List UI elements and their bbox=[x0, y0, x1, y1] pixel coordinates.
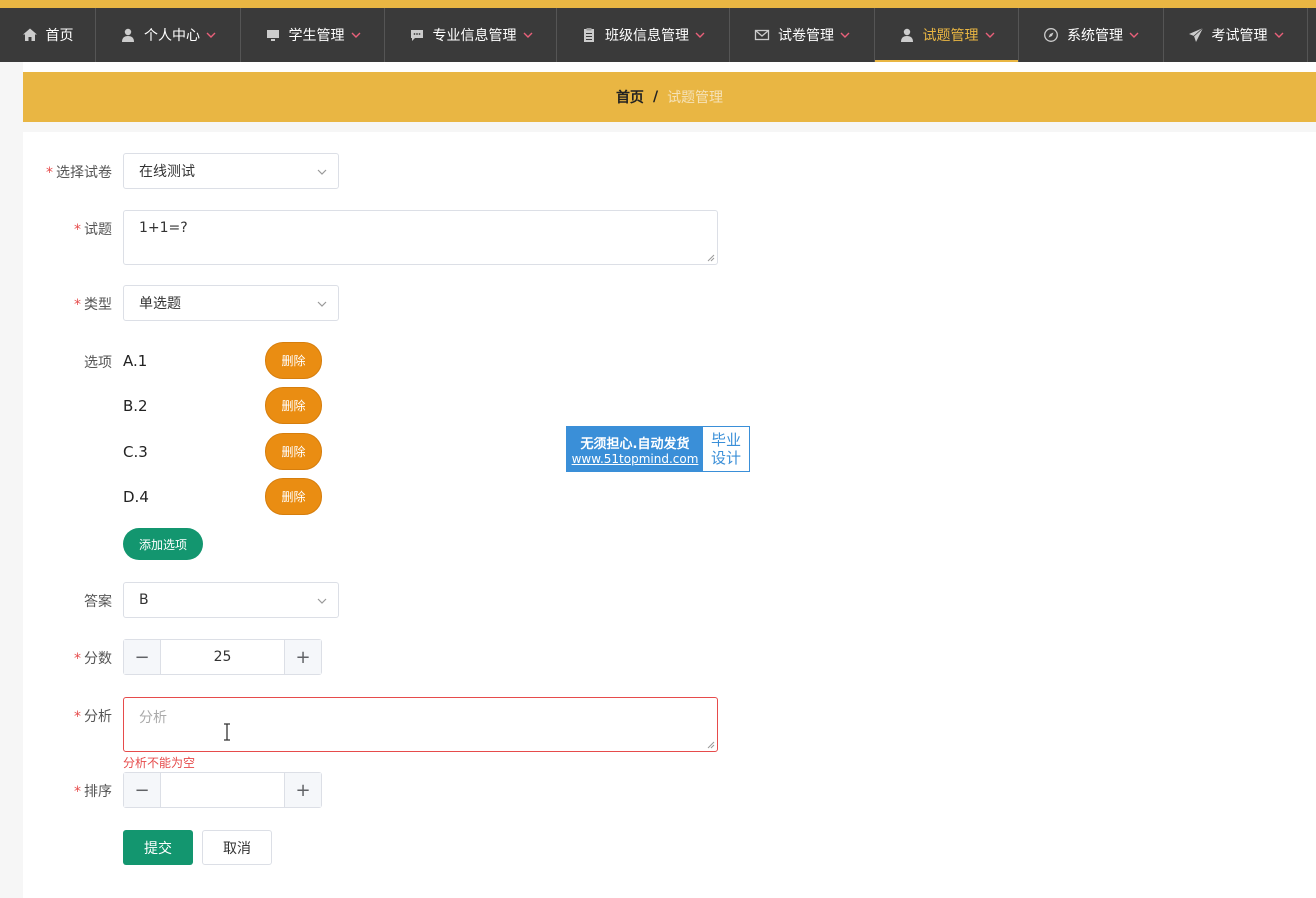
nav-item-major-management[interactable]: 专业信息管理 bbox=[385, 8, 557, 62]
type-label: * 类型 bbox=[74, 297, 112, 313]
order-input[interactable] bbox=[161, 773, 284, 807]
nav-label: 考试管理 bbox=[1211, 28, 1268, 44]
score-label: * 分数 bbox=[74, 651, 112, 667]
nav-label: 专业信息管理 bbox=[432, 28, 517, 44]
nav-item-paper-management[interactable]: 试卷管理 bbox=[730, 8, 875, 62]
chevron-down-icon bbox=[840, 30, 850, 40]
answer-select[interactable]: B bbox=[123, 582, 339, 618]
paper-select[interactable]: 在线测试 bbox=[123, 153, 339, 189]
nav-label: 系统管理 bbox=[1067, 28, 1123, 44]
nav-label: 试题管理 bbox=[922, 28, 979, 44]
analysis-error-message: 分析不能为空 bbox=[123, 756, 196, 770]
top-accent-stripe bbox=[0, 0, 1316, 8]
option-item: C.3 bbox=[123, 443, 148, 461]
resize-handle-icon[interactable] bbox=[707, 254, 715, 262]
compass-icon bbox=[1043, 27, 1059, 43]
text-cursor-icon bbox=[224, 723, 230, 741]
chevron-down-icon bbox=[317, 169, 327, 175]
nav-label: 班级信息管理 bbox=[605, 28, 689, 44]
breadcrumb-current: 试题管理 bbox=[667, 90, 724, 106]
question-text: 1+1=? bbox=[139, 220, 188, 236]
nav-item-home[interactable]: 首页 bbox=[0, 8, 96, 62]
cancel-button[interactable]: 取消 bbox=[202, 830, 272, 865]
watermark-right2: 设计 bbox=[710, 449, 741, 467]
breadcrumb-separator: / bbox=[652, 89, 659, 105]
chevron-down-icon bbox=[1129, 30, 1139, 40]
nav-item-exam-management[interactable]: 考试管理 bbox=[1164, 8, 1308, 62]
chevron-down-icon bbox=[1274, 30, 1284, 40]
nav-item-class-management[interactable]: 班级信息管理 bbox=[557, 8, 730, 62]
chevron-down-icon bbox=[351, 30, 361, 40]
nav-label: 个人中心 bbox=[144, 28, 200, 44]
submit-button[interactable]: 提交 bbox=[123, 830, 193, 865]
nav-item-system-management[interactable]: 系统管理 bbox=[1019, 8, 1164, 62]
watermark-right1: 毕业 bbox=[710, 431, 741, 449]
score-stepper: − 25 + bbox=[123, 639, 322, 675]
mail-icon bbox=[754, 27, 770, 43]
watermark-badge: 无须担心.自动发货 www.51topmind.com 毕业 设计 bbox=[566, 426, 750, 472]
order-stepper: − + bbox=[123, 772, 322, 808]
monitor-icon bbox=[265, 27, 281, 43]
nav-label: 学生管理 bbox=[288, 28, 345, 44]
chevron-down-icon bbox=[695, 30, 705, 40]
delete-option-button[interactable]: 删除 bbox=[265, 387, 322, 424]
options-label: 选项 bbox=[84, 355, 112, 371]
type-select-value: 单选题 bbox=[139, 296, 181, 312]
nav-item-student-management[interactable]: 学生管理 bbox=[241, 8, 385, 62]
question-textarea[interactable]: 1+1=? bbox=[123, 210, 718, 265]
analysis-label: * 分析 bbox=[74, 709, 112, 725]
chevron-down-icon bbox=[317, 301, 327, 307]
nav-label: 首页 bbox=[45, 28, 74, 44]
type-select[interactable]: 单选题 bbox=[123, 285, 339, 321]
top-nav: 首页 个人中心 学生管理 专业信息管理 班级信息管理 试卷管理 试题管理 系统管… bbox=[0, 8, 1316, 62]
paper-label: * 选择试卷 bbox=[46, 165, 112, 181]
increment-button[interactable]: + bbox=[284, 640, 321, 674]
decrement-button[interactable]: − bbox=[124, 773, 161, 807]
order-label: * 排序 bbox=[74, 784, 112, 800]
score-input[interactable]: 25 bbox=[161, 640, 284, 674]
decrement-button[interactable]: − bbox=[124, 640, 161, 674]
nav-item-question-management[interactable]: 试题管理 bbox=[875, 8, 1019, 62]
analysis-textarea[interactable]: 分析 bbox=[123, 697, 718, 752]
chevron-down-icon bbox=[206, 30, 216, 40]
paper-select-value: 在线测试 bbox=[139, 164, 195, 180]
delete-option-button[interactable]: 删除 bbox=[265, 342, 322, 379]
watermark-line2: www.51topmind.com bbox=[571, 451, 699, 466]
option-item: D.4 bbox=[123, 488, 149, 506]
option-item: B.2 bbox=[123, 397, 148, 415]
answer-select-value: B bbox=[139, 592, 149, 608]
breadcrumb-home[interactable]: 首页 bbox=[616, 87, 644, 107]
chat-icon bbox=[409, 27, 425, 43]
resize-handle-icon[interactable] bbox=[707, 741, 715, 749]
chevron-down-icon bbox=[523, 30, 533, 40]
analysis-placeholder: 分析 bbox=[139, 710, 167, 726]
option-item: A.1 bbox=[123, 352, 148, 370]
delete-option-button[interactable]: 删除 bbox=[265, 478, 322, 515]
add-option-button[interactable]: 添加选项 bbox=[123, 528, 203, 560]
header-shadow bbox=[23, 122, 1316, 132]
nav-label: 试卷管理 bbox=[778, 28, 834, 44]
home-icon bbox=[22, 27, 38, 43]
answer-label: 答案 bbox=[84, 594, 112, 610]
question-label: * 试题 bbox=[74, 222, 112, 238]
clipboard-icon bbox=[581, 27, 597, 43]
user-icon bbox=[899, 27, 915, 43]
chevron-down-icon bbox=[985, 30, 995, 40]
send-icon bbox=[1188, 27, 1204, 43]
nav-item-personal-center[interactable]: 个人中心 bbox=[96, 8, 241, 62]
user-icon bbox=[120, 27, 136, 43]
chevron-down-icon bbox=[317, 598, 327, 604]
increment-button[interactable]: + bbox=[284, 773, 321, 807]
left-gutter bbox=[0, 62, 23, 898]
delete-option-button[interactable]: 删除 bbox=[265, 433, 322, 470]
breadcrumb: 首页 / 试题管理 bbox=[23, 72, 1316, 122]
watermark-line1: 无须担心.自动发货 bbox=[580, 436, 690, 452]
nav-overflow bbox=[1308, 8, 1316, 62]
